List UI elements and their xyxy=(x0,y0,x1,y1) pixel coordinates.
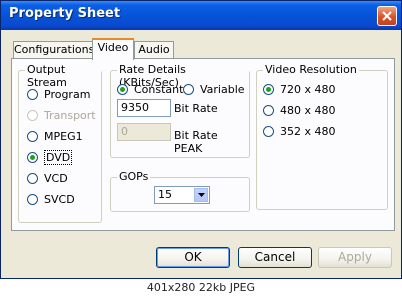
tab-video[interactable]: Video xyxy=(92,38,134,60)
radio-480x480-button[interactable] xyxy=(263,104,274,116)
radio-variable-label: Variable xyxy=(200,82,245,96)
image-caption: 401x280 22kb JPEG xyxy=(0,279,402,296)
bit-rate-peak-label: Bit Rate PEAK xyxy=(174,129,218,155)
radio-480x480[interactable]: 480 x 480 xyxy=(263,102,336,118)
radio-mpeg1[interactable]: MPEG1 xyxy=(27,128,83,144)
title-bar[interactable]: Property Sheet xyxy=(1,1,401,30)
tab-audio[interactable]: Audio xyxy=(134,41,174,59)
radio-352x480[interactable]: 352 x 480 xyxy=(263,123,336,139)
video-resolution-legend: Video Resolution xyxy=(263,63,359,76)
radio-dvd-button[interactable] xyxy=(27,151,38,163)
chevron-down-icon xyxy=(197,193,205,197)
output-stream-group: Output Stream Program Transport MPEG1 DV… xyxy=(18,63,102,223)
radio-constant-button[interactable] xyxy=(117,83,128,95)
gops-group: GOPs 15 xyxy=(110,170,250,212)
tab-configurations-label: Configurations xyxy=(14,43,95,56)
radio-svcd[interactable]: SVCD xyxy=(27,191,75,207)
close-icon xyxy=(382,11,392,21)
radio-program-label: Program xyxy=(44,87,91,101)
radio-720x480-label: 720 x 480 xyxy=(280,82,336,96)
radio-dvd-label: DVD xyxy=(44,149,73,165)
gops-select-value: 15 xyxy=(158,188,172,201)
close-button[interactable] xyxy=(377,6,397,26)
window-title: Property Sheet xyxy=(9,6,121,21)
bit-rate-peak-input: 0 xyxy=(117,123,171,141)
tab-audio-label: Audio xyxy=(138,43,170,56)
gops-legend: GOPs xyxy=(117,170,151,183)
radio-variable[interactable]: Variable xyxy=(183,81,245,97)
radio-transport-button xyxy=(27,109,38,121)
radio-vcd-label: VCD xyxy=(44,171,68,185)
rate-details-group: Rate Details (KBits/Sec) Constant Variab… xyxy=(110,63,250,158)
gops-select[interactable]: 15 xyxy=(154,186,210,204)
radio-vcd[interactable]: VCD xyxy=(27,170,68,186)
radio-dvd[interactable]: DVD xyxy=(27,149,73,165)
radio-transport-label: Transport xyxy=(44,108,96,122)
video-tab-panel: Output Stream Program Transport MPEG1 DV… xyxy=(11,58,395,231)
video-resolution-group: Video Resolution 720 x 480 480 x 480 352… xyxy=(256,63,388,210)
radio-720x480-button[interactable] xyxy=(263,83,274,95)
radio-480x480-label: 480 x 480 xyxy=(280,103,336,117)
radio-svcd-label: SVCD xyxy=(44,192,75,206)
property-sheet-window: Property Sheet Configurations Video Audi… xyxy=(0,0,402,279)
radio-constant[interactable]: Constant xyxy=(117,81,183,97)
tab-video-label: Video xyxy=(97,41,129,54)
radio-svcd-button[interactable] xyxy=(27,193,38,205)
radio-vcd-button[interactable] xyxy=(27,172,38,184)
radio-transport: Transport xyxy=(27,107,96,123)
radio-variable-button[interactable] xyxy=(183,83,194,95)
bit-rate-input[interactable]: 9350 xyxy=(117,99,171,117)
cancel-button[interactable]: Cancel xyxy=(238,247,312,268)
radio-mpeg1-label: MPEG1 xyxy=(44,129,83,143)
tab-configurations[interactable]: Configurations xyxy=(13,41,95,59)
radio-352x480-label: 352 x 480 xyxy=(280,124,336,138)
radio-352x480-button[interactable] xyxy=(263,125,274,137)
gops-dropdown-button[interactable] xyxy=(194,188,208,202)
apply-button: Apply xyxy=(318,247,392,268)
bit-rate-label: Bit Rate xyxy=(174,102,218,115)
radio-constant-label: Constant xyxy=(134,82,184,96)
radio-program-button[interactable] xyxy=(27,88,38,100)
radio-program[interactable]: Program xyxy=(27,86,90,102)
ok-button[interactable]: OK xyxy=(156,247,230,268)
radio-mpeg1-button[interactable] xyxy=(27,130,38,142)
radio-720x480[interactable]: 720 x 480 xyxy=(263,81,336,97)
